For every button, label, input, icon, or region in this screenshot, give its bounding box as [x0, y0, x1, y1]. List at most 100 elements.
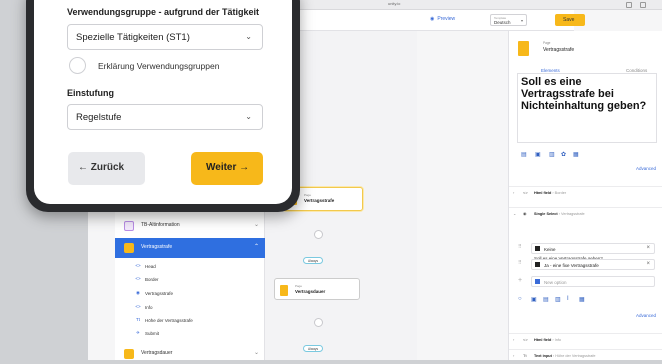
add-step-icon[interactable] [314, 318, 323, 327]
circle-icon[interactable]: ○ [518, 296, 522, 302]
section-html-info[interactable]: › <> Html field › Info [509, 333, 662, 345]
close-icon[interactable]: × [646, 245, 650, 251]
edge-label[interactable]: Always [303, 345, 324, 352]
next-button-label: Weiter → [206, 162, 250, 173]
question-preview[interactable]: Soll es eine Vertragsstrafe bei Nichtein… [517, 73, 657, 143]
drag-handle-icon[interactable]: ⠿ [518, 260, 522, 266]
page-icon [280, 285, 288, 296]
tree-item-submit[interactable]: ✈ Submit [131, 328, 261, 340]
image-icon[interactable]: ▣ [531, 296, 537, 303]
back-button[interactable]: ← Zurück [68, 152, 145, 185]
einstufung-select[interactable]: Regelstufe ⌄ [67, 104, 263, 130]
settings-icon[interactable]: ✿ [561, 151, 566, 158]
section-text-input[interactable]: › Tt Text input › Höhe der Vertragsstraf… [509, 349, 662, 361]
chevron-down-icon[interactable]: ⌄ [254, 349, 259, 356]
advanced-link[interactable]: Advanced [636, 166, 656, 171]
tree-item-head[interactable]: <> Head [131, 261, 261, 273]
sidebar-item-label: Vertragsstrafe [141, 244, 173, 250]
new-option-placeholder: New option [544, 279, 567, 285]
close-icon[interactable]: × [646, 261, 650, 267]
panel-title: Vertragsstrafe [543, 47, 575, 53]
sidebar-item-label: Vertragsdauer [141, 350, 173, 356]
html-icon: <> [523, 190, 528, 195]
tree-item-label: Border [145, 277, 159, 282]
panel-type: Page [543, 41, 551, 45]
flow-node-type: Page [295, 284, 303, 288]
save-button[interactable]: Save [555, 14, 585, 26]
preview-button[interactable]: ◉ Preview [430, 16, 455, 22]
chevron-right-icon[interactable]: › [513, 353, 514, 358]
tree-item-border[interactable]: <> Border [131, 274, 261, 286]
chevron-down-icon[interactable]: ⌄ [254, 221, 259, 228]
explain-radio[interactable] [69, 57, 86, 74]
text-input-icon: Tt [523, 353, 527, 358]
address-bar[interactable]: unity.io [388, 1, 400, 6]
sidebar-item-vertragsdauer[interactable]: Vertragsdauer ⌄ [115, 344, 265, 364]
eye-icon: ◉ [430, 16, 435, 22]
list-icon[interactable]: ▦ [573, 151, 579, 158]
text-input-icon: Tt [136, 317, 140, 322]
file-icon[interactable]: ▤ [543, 296, 549, 303]
tree-item-info[interactable]: <> Info [131, 302, 261, 314]
new-option-input[interactable]: New option [531, 276, 655, 287]
language-select[interactable]: Template Deutsch ▾ [490, 14, 527, 26]
tree-item-label: Höhe der Vertragsstrafe [145, 318, 193, 323]
flow-node-title: Vertragsdauer [295, 289, 326, 294]
doc-icon[interactable]: ▥ [555, 296, 561, 303]
plus-icon[interactable]: + [518, 277, 522, 284]
flow-node-title: Vertragsstrafe [304, 198, 335, 203]
section-html-border[interactable]: › <> Html field › Border [509, 186, 662, 198]
section-label: Single Select › Vertragsstrafe [534, 211, 585, 216]
option-row[interactable]: Ja - eine fixe Vertragsstrafe × [531, 259, 655, 270]
image-icon[interactable]: ▣ [535, 151, 541, 158]
chevron-down-icon: ⌄ [245, 112, 252, 121]
explain-radio-label[interactable]: Erklärung Verwendungsgruppen [98, 61, 219, 71]
page-icon [124, 349, 134, 359]
flow-node-vertragsdauer[interactable]: Page Vertragsdauer [274, 278, 360, 300]
sidebar-item-vertragsstrafe[interactable]: Vertragsstrafe ⌃ [115, 238, 265, 258]
radio-icon: ◉ [523, 211, 527, 216]
chevron-right-icon[interactable]: › [513, 337, 514, 342]
file-icon[interactable]: ▥ [549, 151, 555, 158]
phone-screen: Verwendungsgruppe - aufgrund der Tätigke… [34, 0, 292, 204]
group-select[interactable]: Spezielle Tätigkeiten (ST1) ⌄ [67, 24, 263, 50]
option-label[interactable]: Ja - eine fixe Vertragsstrafe [544, 263, 599, 268]
html-icon: <> [135, 276, 141, 281]
section-label: Html field › Info [534, 337, 562, 342]
flow-node-type: Page [304, 193, 312, 197]
option-label[interactable]: Keine [544, 247, 556, 252]
advanced-link[interactable]: Advanced [636, 313, 656, 318]
section-label: Html field › Border [534, 190, 567, 195]
option-row[interactable]: Keine × [531, 243, 655, 254]
drag-handle-icon[interactable]: ⠿ [518, 244, 522, 250]
chevron-up-icon[interactable]: ⌃ [254, 243, 259, 250]
tree-item-label: Info [145, 305, 153, 310]
next-button[interactable]: Weiter → [191, 152, 263, 185]
einstufung-select-value: Regelstufe [76, 112, 122, 123]
text-format-icon[interactable]: ▤ [521, 151, 527, 158]
language-select-value: Deutsch [494, 20, 511, 25]
tree-item-vertragsstrafe[interactable]: ◉ Vertragsstrafe [131, 288, 261, 300]
save-label: Save [563, 17, 575, 23]
add-step-icon[interactable] [314, 230, 323, 239]
properties-panel: Page Vertragsstrafe Elements Conditions … [508, 31, 662, 360]
section-single-select[interactable]: ⌄ ◉ Single Select › Vertragsstrafe [509, 207, 662, 219]
chevron-down-icon[interactable]: ⌄ [513, 211, 516, 216]
html-icon: <> [135, 263, 141, 268]
radio-icon: ◉ [136, 290, 140, 295]
new-tab-icon[interactable] [640, 2, 646, 8]
group-heading: Verwendungsgruppe - aufgrund der Tätigke… [67, 7, 260, 17]
einstufung-heading: Einstufung [67, 88, 114, 98]
sidebar-item-altinformation[interactable]: TB-Altinformation ⌄ [115, 216, 265, 236]
list-icon[interactable]: ▦ [579, 296, 585, 303]
group-select-value: Spezielle Tätigkeiten (ST1) [76, 32, 190, 43]
tree-item-hoehe[interactable]: Tt Höhe der Vertragsstrafe [131, 315, 261, 327]
chevron-right-icon[interactable]: › [513, 190, 514, 195]
option-icon [535, 262, 540, 267]
phone-preview: Verwendungsgruppe - aufgrund der Tätigke… [26, 0, 300, 212]
edge-label[interactable]: Always [303, 257, 324, 264]
section-label: Text input › Höhe der Vertragsstrafe [534, 353, 596, 358]
text-cursor-icon[interactable]: I [567, 296, 569, 302]
share-icon[interactable] [626, 2, 632, 8]
tree-item-label: Vertragsstrafe [145, 291, 174, 296]
